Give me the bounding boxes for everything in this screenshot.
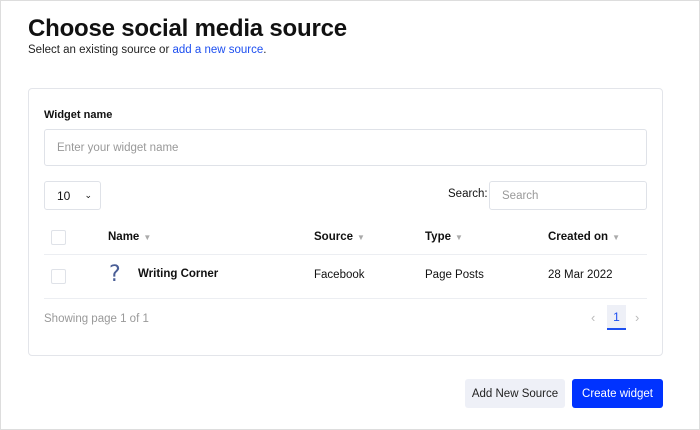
sort-caret-icon: ▼: [143, 233, 152, 242]
widget-name-input[interactable]: Enter your widget name: [44, 129, 647, 166]
search-input[interactable]: Search: [489, 181, 647, 210]
column-label: Source: [314, 231, 353, 243]
add-new-source-link[interactable]: add a new source: [172, 44, 263, 56]
next-page-button[interactable]: ›: [635, 310, 639, 325]
page-subtitle: Select an existing source or add a new s…: [28, 44, 266, 56]
header-divider: [44, 254, 647, 255]
search-label: Search:: [448, 188, 488, 200]
create-widget-button[interactable]: Create widget: [572, 379, 663, 408]
select-all-checkbox[interactable]: [51, 230, 66, 245]
page-1-button[interactable]: 1: [607, 305, 626, 330]
column-header-type[interactable]: Type ▼: [425, 231, 463, 243]
page-title: Choose social media source: [28, 15, 347, 42]
subtitle-suffix: .: [263, 44, 267, 56]
column-header-created-on[interactable]: Created on ▼: [548, 231, 620, 243]
column-label: Type: [425, 231, 451, 243]
row-divider: [44, 298, 647, 299]
question-icon: ?: [109, 262, 121, 287]
row-type: Page Posts: [425, 269, 484, 281]
column-label: Name: [108, 231, 140, 243]
add-new-source-button[interactable]: Add New Source: [465, 379, 565, 408]
prev-page-button[interactable]: ‹: [591, 310, 595, 325]
sort-caret-icon: ▼: [455, 233, 463, 242]
column-header-source[interactable]: Source ▼: [314, 231, 365, 243]
row-checkbox[interactable]: [51, 269, 66, 284]
page-size-value: 10: [57, 188, 71, 203]
column-label: Created on: [548, 231, 609, 243]
row-created-on: 28 Mar 2022: [548, 269, 613, 281]
chevron-down-icon: ⌄: [84, 190, 92, 200]
sort-caret-icon: ▼: [612, 233, 620, 242]
row-source: Facebook: [314, 269, 365, 281]
sort-caret-icon: ▼: [357, 233, 365, 242]
row-name: Writing Corner: [138, 268, 219, 280]
column-header-name[interactable]: Name ▼: [108, 231, 151, 243]
page-size-select[interactable]: 10 ⌄: [44, 181, 101, 210]
widget-name-label: Widget name: [44, 109, 113, 121]
pagination-info: Showing page 1 of 1: [44, 313, 149, 325]
subtitle-text: Select an existing source or: [28, 44, 173, 56]
